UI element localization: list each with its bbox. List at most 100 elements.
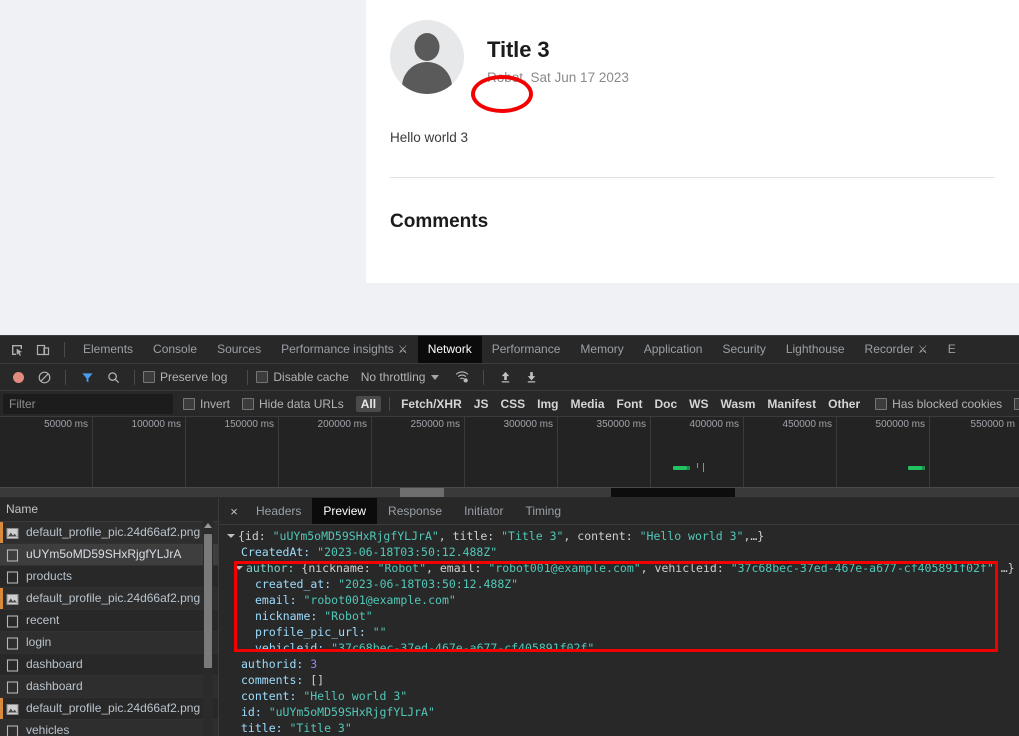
filter-type-manifest[interactable]: Manifest [762,396,821,412]
tab-timing[interactable]: Timing [514,498,572,524]
chevron-down-icon[interactable] [227,534,235,538]
table-row[interactable]: vehicles [0,720,218,736]
export-har-icon[interactable] [518,365,544,389]
json-value: "" [372,625,387,639]
tab-console[interactable]: Console [143,336,207,363]
filter-type-ws[interactable]: WS [684,396,713,412]
tab-application[interactable]: Application [634,336,713,363]
post-byline: Robot, Sat Jun 17 2023 [487,70,629,85]
search-icon[interactable] [100,365,126,389]
clear-button-icon[interactable] [31,365,57,389]
json-line-author-nickname[interactable]: nickname: "Robot" [219,608,1019,624]
scroll-up-icon[interactable] [204,523,212,528]
filter-type-other[interactable]: Other [823,396,865,412]
json-line-comments[interactable]: comments: [] [219,672,1019,688]
has-blocked-cookies-checkbox[interactable]: Has blocked cookies [875,397,1002,411]
tab-performance-insights[interactable]: Performance insights ⚔ [271,336,418,363]
tab-recorder[interactable]: Recorder ⚔ [855,336,938,363]
hide-data-urls-checkbox[interactable]: Hide data URLs [242,397,344,411]
table-row[interactable]: default_profile_pic.24d66af2.png [0,588,218,610]
tab-label: Network [427,342,472,356]
network-conditions-icon[interactable] [449,365,475,389]
json-line-author-email[interactable]: email: "robot001@example.com" [219,592,1019,608]
filter-type-css[interactable]: CSS [495,396,530,412]
inspect-element-icon[interactable] [4,338,30,362]
tab-headers[interactable]: Headers [245,498,312,524]
tab-initiator[interactable]: Initiator [453,498,514,524]
tab-response[interactable]: Response [377,498,453,524]
table-row[interactable]: default_profile_pic.24d66af2.png [0,522,218,544]
filter-icon[interactable] [74,365,100,389]
timeline-marker [703,463,704,472]
throttling-select[interactable]: No throttling [361,370,426,384]
record-button-icon[interactable] [5,365,31,389]
json-line-author-profile-pic-url[interactable]: profile_pic_url: "" [219,624,1019,640]
preserve-log-checkbox[interactable]: Preserve log [143,370,227,384]
tab-memory[interactable]: Memory [570,336,633,363]
chevron-down-icon[interactable] [431,374,440,380]
table-row[interactable]: dashboard [0,654,218,676]
disable-cache-checkbox[interactable]: Disable cache [256,370,349,384]
table-row[interactable]: dashboard [0,676,218,698]
hide-data-urls-label: Hide data URLs [259,396,344,411]
filter-type-js[interactable]: JS [469,396,494,412]
json-preview-tree[interactable]: {id: "uUYm5oMD59SHxRjgfYLJrA", title: "T… [219,525,1019,736]
filter-type-fetch-xhr[interactable]: Fetch/XHR [396,396,467,412]
tab-elements[interactable]: Elements [73,336,143,363]
filter-type-font[interactable]: Font [612,396,648,412]
tab-performance[interactable]: Performance [482,336,571,363]
filter-type-doc[interactable]: Doc [650,396,683,412]
json-line-author[interactable]: author: {nickname: "Robot", email: "robo… [219,560,1019,576]
tab-network[interactable]: Network [417,336,482,363]
json-punct: {nickname: [301,561,378,575]
json-key: content: [241,689,304,703]
tab-preview[interactable]: Preview [312,498,378,524]
close-icon[interactable]: × [223,504,245,519]
table-row[interactable]: recent [0,610,218,632]
tab-more[interactable]: E [938,336,966,363]
invert-checkbox[interactable]: Invert [183,397,230,411]
document-file-icon [6,658,19,672]
request-name: uUYm5oMD59SHxRjgfYLJrA [26,547,182,561]
network-timeline-overview[interactable]: 50000 ms 100000 ms 150000 ms 200000 ms 2… [0,417,1019,488]
json-line-author-created-at[interactable]: created_at: "2023-06-18T03:50:12.488Z" [219,576,1019,592]
device-toolbar-icon[interactable] [30,338,56,362]
image-file-icon [6,702,19,715]
json-line-authorid[interactable]: authorid: 3 [219,656,1019,672]
json-line-title[interactable]: title: "Title 3" [219,720,1019,736]
json-key: authorid: [241,657,311,671]
table-row[interactable]: login [0,632,218,654]
checkbox-box [183,397,195,410]
json-key: profile_pic_url: [255,625,373,639]
request-column-header-name[interactable]: Name [0,498,218,522]
json-value: "Title 3" [289,721,352,735]
json-line-createdat[interactable]: CreatedAt: "2023-06-18T03:50:12.488Z" [219,544,1019,560]
request-list-scrollbar[interactable] [203,521,213,736]
timeline-tick: 200000 ms [317,419,367,430]
overview-scrollbar[interactable] [0,488,1019,498]
table-row[interactable]: products [0,566,218,588]
filter-type-media[interactable]: Media [565,396,609,412]
tab-lighthouse[interactable]: Lighthouse [776,336,855,363]
blocked-requests-checkbox[interactable]: Blocked R [1014,397,1019,411]
scrollbar-thumb[interactable] [204,534,212,668]
import-har-icon[interactable] [492,365,518,389]
json-line-id[interactable]: id: "uUYm5oMD59SHxRjgfYLJrA" [219,704,1019,720]
tab-sources[interactable]: Sources [207,336,271,363]
json-key: comments: [241,673,311,687]
filter-type-wasm[interactable]: Wasm [716,396,761,412]
tab-security[interactable]: Security [712,336,775,363]
toolbar-divider [483,369,485,385]
json-key: id: [241,705,269,719]
filter-input[interactable]: Filter [3,393,173,414]
json-root-line[interactable]: {id: "uUYm5oMD59SHxRjgfYLJrA", title: "T… [219,528,1019,544]
table-row[interactable]: default_profile_pic.24d66af2.png [0,698,218,720]
json-line-content[interactable]: content: "Hello world 3" [219,688,1019,704]
chevron-down-icon[interactable] [235,566,243,570]
filter-type-all[interactable]: All [355,395,382,412]
request-name: products [26,569,73,583]
json-line-author-vehicleid[interactable]: vehicleid: "37c68bec-37ed-467e-a677-cf40… [219,640,1019,656]
filter-type-img[interactable]: Img [532,396,563,412]
json-key: author: [246,561,302,575]
table-row[interactable]: uUYm5oMD59SHxRjgfYLJrA [0,544,218,566]
